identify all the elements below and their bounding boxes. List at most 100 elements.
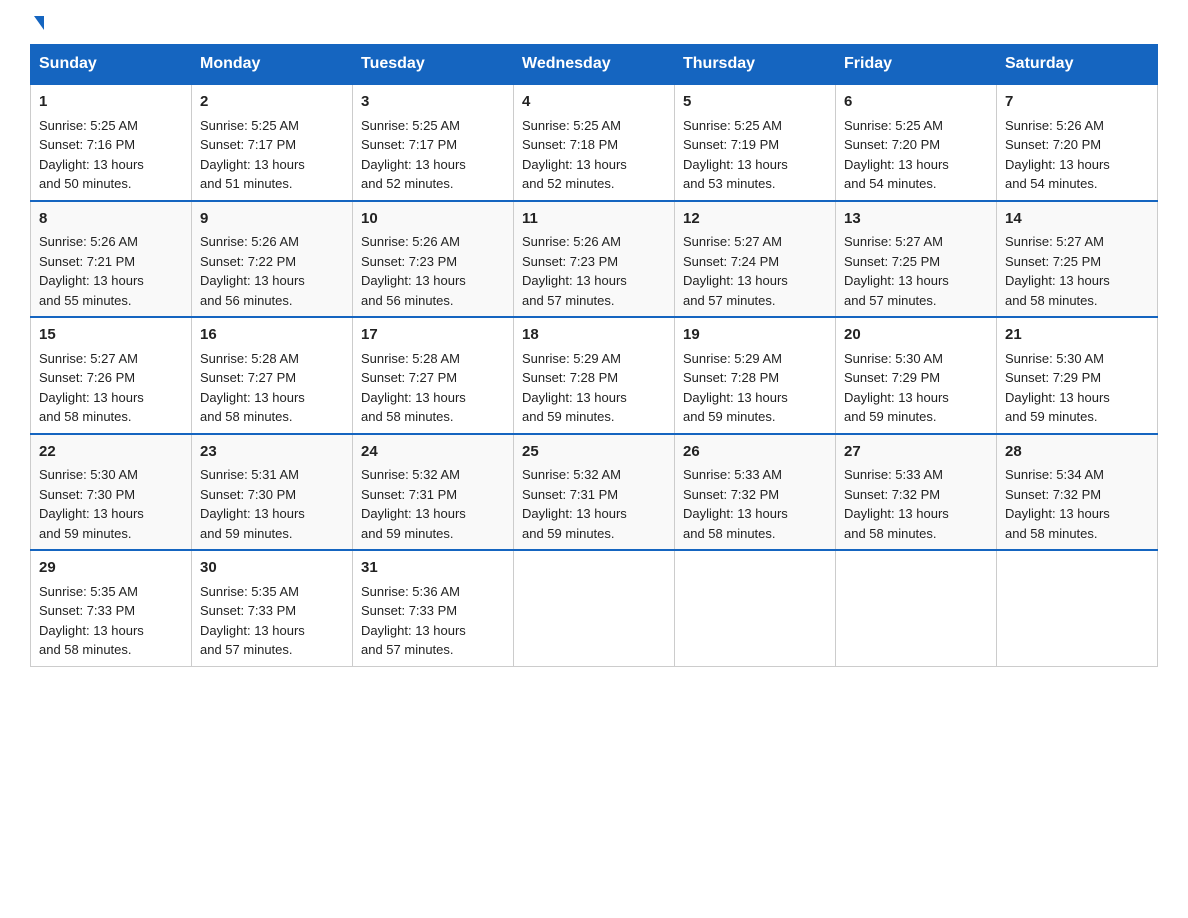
day-number: 25 xyxy=(522,441,666,464)
calendar-cell: 3 Sunrise: 5:25 AMSunset: 7:17 PMDayligh… xyxy=(353,84,514,201)
day-info: Sunrise: 5:27 AMSunset: 7:24 PMDaylight:… xyxy=(683,234,788,308)
day-info: Sunrise: 5:27 AMSunset: 7:25 PMDaylight:… xyxy=(844,234,949,308)
calendar-cell: 11 Sunrise: 5:26 AMSunset: 7:23 PMDaylig… xyxy=(514,201,675,318)
day-info: Sunrise: 5:32 AMSunset: 7:31 PMDaylight:… xyxy=(361,467,466,541)
day-info: Sunrise: 5:35 AMSunset: 7:33 PMDaylight:… xyxy=(200,584,305,658)
calendar-cell: 5 Sunrise: 5:25 AMSunset: 7:19 PMDayligh… xyxy=(675,84,836,201)
day-number: 29 xyxy=(39,557,183,580)
day-info: Sunrise: 5:26 AMSunset: 7:22 PMDaylight:… xyxy=(200,234,305,308)
day-info: Sunrise: 5:27 AMSunset: 7:25 PMDaylight:… xyxy=(1005,234,1110,308)
calendar-cell: 8 Sunrise: 5:26 AMSunset: 7:21 PMDayligh… xyxy=(31,201,192,318)
day-info: Sunrise: 5:25 AMSunset: 7:20 PMDaylight:… xyxy=(844,118,949,192)
week-row-5: 29 Sunrise: 5:35 AMSunset: 7:33 PMDaylig… xyxy=(31,550,1158,666)
day-info: Sunrise: 5:30 AMSunset: 7:30 PMDaylight:… xyxy=(39,467,144,541)
calendar-cell: 20 Sunrise: 5:30 AMSunset: 7:29 PMDaylig… xyxy=(836,317,997,434)
calendar-cell: 17 Sunrise: 5:28 AMSunset: 7:27 PMDaylig… xyxy=(353,317,514,434)
calendar-cell xyxy=(514,550,675,666)
day-info: Sunrise: 5:33 AMSunset: 7:32 PMDaylight:… xyxy=(683,467,788,541)
logo xyxy=(30,20,44,34)
logo-arrow-icon xyxy=(34,16,44,30)
day-number: 1 xyxy=(39,91,183,114)
day-number: 23 xyxy=(200,441,344,464)
calendar-cell: 23 Sunrise: 5:31 AMSunset: 7:30 PMDaylig… xyxy=(192,434,353,551)
calendar-cell: 16 Sunrise: 5:28 AMSunset: 7:27 PMDaylig… xyxy=(192,317,353,434)
day-number: 6 xyxy=(844,91,988,114)
day-number: 12 xyxy=(683,208,827,231)
day-info: Sunrise: 5:28 AMSunset: 7:27 PMDaylight:… xyxy=(361,351,466,425)
page-header xyxy=(30,20,1158,34)
calendar-cell: 4 Sunrise: 5:25 AMSunset: 7:18 PMDayligh… xyxy=(514,84,675,201)
header-friday: Friday xyxy=(836,45,997,85)
header-tuesday: Tuesday xyxy=(353,45,514,85)
day-number: 22 xyxy=(39,441,183,464)
day-info: Sunrise: 5:25 AMSunset: 7:16 PMDaylight:… xyxy=(39,118,144,192)
day-info: Sunrise: 5:26 AMSunset: 7:23 PMDaylight:… xyxy=(361,234,466,308)
day-number: 7 xyxy=(1005,91,1149,114)
calendar-cell: 15 Sunrise: 5:27 AMSunset: 7:26 PMDaylig… xyxy=(31,317,192,434)
header-monday: Monday xyxy=(192,45,353,85)
day-number: 15 xyxy=(39,324,183,347)
day-info: Sunrise: 5:26 AMSunset: 7:23 PMDaylight:… xyxy=(522,234,627,308)
day-info: Sunrise: 5:27 AMSunset: 7:26 PMDaylight:… xyxy=(39,351,144,425)
header-wednesday: Wednesday xyxy=(514,45,675,85)
day-number: 9 xyxy=(200,208,344,231)
day-number: 14 xyxy=(1005,208,1149,231)
calendar-cell: 29 Sunrise: 5:35 AMSunset: 7:33 PMDaylig… xyxy=(31,550,192,666)
day-number: 2 xyxy=(200,91,344,114)
day-number: 16 xyxy=(200,324,344,347)
calendar-cell: 25 Sunrise: 5:32 AMSunset: 7:31 PMDaylig… xyxy=(514,434,675,551)
calendar-cell: 2 Sunrise: 5:25 AMSunset: 7:17 PMDayligh… xyxy=(192,84,353,201)
day-number: 13 xyxy=(844,208,988,231)
day-number: 4 xyxy=(522,91,666,114)
day-info: Sunrise: 5:29 AMSunset: 7:28 PMDaylight:… xyxy=(522,351,627,425)
day-info: Sunrise: 5:25 AMSunset: 7:17 PMDaylight:… xyxy=(200,118,305,192)
calendar-cell: 31 Sunrise: 5:36 AMSunset: 7:33 PMDaylig… xyxy=(353,550,514,666)
calendar-header-row: SundayMondayTuesdayWednesdayThursdayFrid… xyxy=(31,45,1158,85)
calendar-cell: 30 Sunrise: 5:35 AMSunset: 7:33 PMDaylig… xyxy=(192,550,353,666)
day-number: 10 xyxy=(361,208,505,231)
day-info: Sunrise: 5:25 AMSunset: 7:18 PMDaylight:… xyxy=(522,118,627,192)
day-number: 30 xyxy=(200,557,344,580)
calendar-cell: 26 Sunrise: 5:33 AMSunset: 7:32 PMDaylig… xyxy=(675,434,836,551)
calendar-cell xyxy=(997,550,1158,666)
header-sunday: Sunday xyxy=(31,45,192,85)
header-saturday: Saturday xyxy=(997,45,1158,85)
calendar-cell: 6 Sunrise: 5:25 AMSunset: 7:20 PMDayligh… xyxy=(836,84,997,201)
calendar-cell: 28 Sunrise: 5:34 AMSunset: 7:32 PMDaylig… xyxy=(997,434,1158,551)
day-number: 8 xyxy=(39,208,183,231)
week-row-3: 15 Sunrise: 5:27 AMSunset: 7:26 PMDaylig… xyxy=(31,317,1158,434)
calendar-cell xyxy=(675,550,836,666)
day-info: Sunrise: 5:30 AMSunset: 7:29 PMDaylight:… xyxy=(1005,351,1110,425)
calendar-cell: 22 Sunrise: 5:30 AMSunset: 7:30 PMDaylig… xyxy=(31,434,192,551)
calendar-cell: 27 Sunrise: 5:33 AMSunset: 7:32 PMDaylig… xyxy=(836,434,997,551)
day-info: Sunrise: 5:26 AMSunset: 7:21 PMDaylight:… xyxy=(39,234,144,308)
calendar-cell xyxy=(836,550,997,666)
day-number: 24 xyxy=(361,441,505,464)
day-info: Sunrise: 5:29 AMSunset: 7:28 PMDaylight:… xyxy=(683,351,788,425)
calendar-cell: 19 Sunrise: 5:29 AMSunset: 7:28 PMDaylig… xyxy=(675,317,836,434)
day-number: 3 xyxy=(361,91,505,114)
day-number: 18 xyxy=(522,324,666,347)
week-row-1: 1 Sunrise: 5:25 AMSunset: 7:16 PMDayligh… xyxy=(31,84,1158,201)
calendar-cell: 13 Sunrise: 5:27 AMSunset: 7:25 PMDaylig… xyxy=(836,201,997,318)
calendar-cell: 24 Sunrise: 5:32 AMSunset: 7:31 PMDaylig… xyxy=(353,434,514,551)
day-number: 31 xyxy=(361,557,505,580)
calendar-cell: 10 Sunrise: 5:26 AMSunset: 7:23 PMDaylig… xyxy=(353,201,514,318)
day-info: Sunrise: 5:31 AMSunset: 7:30 PMDaylight:… xyxy=(200,467,305,541)
calendar-cell: 12 Sunrise: 5:27 AMSunset: 7:24 PMDaylig… xyxy=(675,201,836,318)
day-number: 28 xyxy=(1005,441,1149,464)
day-number: 11 xyxy=(522,208,666,231)
day-number: 27 xyxy=(844,441,988,464)
header-thursday: Thursday xyxy=(675,45,836,85)
day-info: Sunrise: 5:25 AMSunset: 7:17 PMDaylight:… xyxy=(361,118,466,192)
calendar-cell: 1 Sunrise: 5:25 AMSunset: 7:16 PMDayligh… xyxy=(31,84,192,201)
day-number: 20 xyxy=(844,324,988,347)
day-info: Sunrise: 5:36 AMSunset: 7:33 PMDaylight:… xyxy=(361,584,466,658)
calendar-cell: 7 Sunrise: 5:26 AMSunset: 7:20 PMDayligh… xyxy=(997,84,1158,201)
calendar-cell: 18 Sunrise: 5:29 AMSunset: 7:28 PMDaylig… xyxy=(514,317,675,434)
day-info: Sunrise: 5:25 AMSunset: 7:19 PMDaylight:… xyxy=(683,118,788,192)
day-info: Sunrise: 5:32 AMSunset: 7:31 PMDaylight:… xyxy=(522,467,627,541)
day-number: 5 xyxy=(683,91,827,114)
day-info: Sunrise: 5:35 AMSunset: 7:33 PMDaylight:… xyxy=(39,584,144,658)
calendar-cell: 14 Sunrise: 5:27 AMSunset: 7:25 PMDaylig… xyxy=(997,201,1158,318)
